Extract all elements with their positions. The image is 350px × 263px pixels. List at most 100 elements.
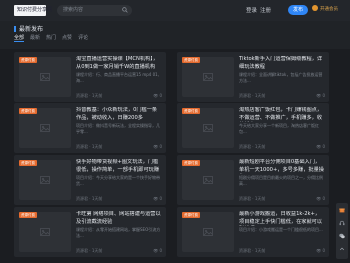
post-card[interactable]: 资源付费 淘宝直播运营实操课【MCN机构】，从0到1做一家月销千W的直播机构 课… xyxy=(14,52,166,102)
post-thumbnail[interactable]: 资源付费 xyxy=(19,57,71,97)
post-title[interactable]: 最新短剧平台分佣项目0基础入门，单机一天1000+，多号多赚，批量操作 xyxy=(239,159,325,174)
post-views-count: 0 xyxy=(159,93,162,98)
post-views: 👁 0 xyxy=(316,93,325,98)
post-title[interactable]: 淘热店客广饭红包，卡门赚钱图点，不做运营、不做推广，手机赚多，收益越高 xyxy=(239,107,325,122)
active-filter-indicator xyxy=(14,41,24,42)
image-placeholder-icon xyxy=(40,73,50,81)
post-tag: 资源付费 xyxy=(19,212,37,218)
post-meta: 资源君 · 1天前 👁 0 xyxy=(76,248,162,253)
post-author[interactable]: 资源君 xyxy=(239,144,251,149)
post-author[interactable]: 资源君 xyxy=(76,93,88,98)
floating-toolbar xyxy=(336,203,348,259)
post-thumbnail[interactable]: 资源付费 xyxy=(19,160,71,200)
image-placeholder-icon xyxy=(203,73,213,81)
wechat-icon[interactable] xyxy=(339,233,345,239)
search-icon[interactable] xyxy=(122,7,128,13)
back-to-top-icon[interactable] xyxy=(339,246,345,252)
post-views: 👁 0 xyxy=(316,248,325,253)
post-title[interactable]: 快手好物带货视频+图文玩法，门槛很低，操作简单，一部手机即可玩赚 xyxy=(76,159,162,174)
post-card[interactable]: 资源付费 抖音教基：小众新玩法，0门槛一条作品，被动收入，日赚200多 项目介绍… xyxy=(14,103,166,153)
post-views-count: 0 xyxy=(159,196,162,201)
image-placeholder-icon xyxy=(203,176,213,184)
site-logo-text: 知识付费分享网 xyxy=(17,7,53,13)
post-meta: 资源君 · 1天前 👁 0 xyxy=(76,144,162,149)
top-navbar: 知识付费分享网 搜索内容 登录 注册 发布 开通会员 xyxy=(0,0,350,21)
post-title[interactable]: 最新小游戏搬运，日收益1k-2k+，项目稳定上手快门槛低，在家就可以赚钱项目 xyxy=(239,211,325,226)
image-placeholder-icon xyxy=(203,228,213,236)
post-author[interactable]: 资源君 xyxy=(76,248,88,253)
post-time: 1天前 xyxy=(254,93,266,98)
post-views-count: 0 xyxy=(322,144,325,149)
post-card[interactable]: 资源付费 淘热店客广饭红包，卡门赚钱图点，不做运营、不做推广，手机赚多，收益越高… xyxy=(177,103,329,153)
post-time: 1天前 xyxy=(91,196,103,201)
post-description: 项目介绍：今天分享给大家的是一个快手好物带货... xyxy=(76,175,160,186)
post-card[interactable]: 资源付费 Tiktok新手入门运营保姆级教程，详细玩法教程 课程介绍：全面讲解t… xyxy=(177,52,329,102)
filter-tab-hot[interactable]: 热门 xyxy=(46,35,56,41)
post-tag: 资源付费 xyxy=(182,108,200,114)
service-icon[interactable] xyxy=(339,220,345,226)
image-placeholder-icon xyxy=(40,176,50,184)
post-author[interactable]: 资源君 xyxy=(76,196,88,201)
post-card[interactable]: 资源付费 最新短剧平台分佣项目0基础入门，单机一天1000+，多号多赚，批量操作… xyxy=(177,155,329,205)
post-description: 课程介绍：从零开始搭建网站，掌握SEO引流方法... xyxy=(76,227,161,238)
post-thumbnail[interactable]: 资源付费 xyxy=(19,212,71,252)
register-link[interactable]: 注册 xyxy=(260,8,271,14)
gift-icon[interactable] xyxy=(339,207,345,213)
filter-tab-comments[interactable]: 评论 xyxy=(78,35,88,41)
post-time: 1天前 xyxy=(91,248,103,253)
post-card[interactable]: 资源付费 卡旺第 网络项目、网站搭建与运营以及引流截流经验 课程介绍：从零开始搭… xyxy=(14,207,166,257)
post-card[interactable]: 资源付费 最新小游戏搬运，日收益1k-2k+，项目稳定上手快门槛低，在家就可以赚… xyxy=(177,207,329,257)
post-author[interactable]: 资源君 xyxy=(239,248,251,253)
post-views: 👁 0 xyxy=(153,248,162,253)
post-meta: 资源君 · 1天前 👁 0 xyxy=(76,93,162,98)
post-time: 1天前 xyxy=(254,196,266,201)
image-placeholder-icon xyxy=(203,124,213,132)
post-author[interactable]: 资源君 xyxy=(76,144,88,149)
post-thumbnail[interactable]: 资源付费 xyxy=(182,108,234,148)
post-author[interactable]: 资源君 xyxy=(239,196,251,201)
publish-button[interactable]: 发布 xyxy=(288,5,308,15)
section-title: 最新发布 xyxy=(14,24,43,33)
post-title[interactable]: Tiktok新手入门运营保姆级教程，详细玩法教程 xyxy=(239,56,325,71)
post-thumbnail[interactable]: 资源付费 xyxy=(182,57,234,97)
post-views-count: 0 xyxy=(159,144,162,149)
post-description: 项目介绍：做抖音号新玩法，全程实操指导，几乎零... xyxy=(76,123,160,134)
post-tag: 资源付费 xyxy=(19,57,37,63)
search-input[interactable]: 搜索内容 xyxy=(57,5,132,16)
post-views: 👁 0 xyxy=(153,144,162,149)
post-views-count: 0 xyxy=(322,248,325,253)
login-link[interactable]: 登录 xyxy=(246,8,257,14)
post-description: 项目介绍：小游戏搬运是一个门槛很低的项目... xyxy=(239,227,323,232)
post-views-count: 0 xyxy=(159,248,162,253)
auth-links: 登录 注册 xyxy=(246,6,274,14)
vip-label: 开通会员 xyxy=(320,7,338,12)
filter-tab-likes[interactable]: 点赞 xyxy=(62,35,72,41)
post-thumbnail[interactable]: 资源付费 xyxy=(182,160,234,200)
post-description: 课程介绍：行、商品直播平台运营15 mp4 01、海... xyxy=(76,72,162,83)
post-views: 👁 0 xyxy=(153,93,162,98)
post-meta: 资源君 · 1天前 👁 0 xyxy=(239,93,325,98)
post-views: 👁 0 xyxy=(316,196,325,201)
post-author[interactable]: 资源君 xyxy=(239,93,251,98)
post-description: 短剧分佣项目是目前最火的项目之一，分佣比例高... xyxy=(239,175,323,186)
site-logo[interactable]: 知识付费分享网 xyxy=(14,5,52,16)
post-time: 1天前 xyxy=(254,144,266,149)
post-views-count: 0 xyxy=(322,93,325,98)
post-title[interactable]: 卡旺第 网络项目、网站搭建与运营以及引流截流经验 xyxy=(76,211,162,226)
post-description: 课程介绍：全面讲解tiktok，包括广告投放运营方法... xyxy=(239,72,323,83)
section-title-text: 最新发布 xyxy=(19,26,44,33)
filter-tabs: 全部 最新 热门 点赞 评论 xyxy=(14,34,94,41)
post-meta: 资源君 · 1天前 👁 0 xyxy=(239,196,325,201)
post-thumbnail[interactable]: 资源付费 xyxy=(182,212,234,252)
post-tag: 资源付费 xyxy=(182,212,200,218)
post-title[interactable]: 抖音教基：小众新玩法，0门槛一条作品，被动收入，日赚200多 xyxy=(76,107,162,122)
post-tag: 资源付费 xyxy=(182,57,200,63)
filter-tab-latest[interactable]: 最新 xyxy=(30,35,40,41)
title-accent-bar xyxy=(14,26,16,32)
vip-button[interactable]: 开通会员 xyxy=(312,5,342,15)
post-views-count: 0 xyxy=(322,196,325,201)
post-card[interactable]: 资源付费 快手好物带货视频+图文玩法，门槛很低，操作简单，一部手机即可玩赚 项目… xyxy=(14,155,166,205)
post-thumbnail[interactable]: 资源付费 xyxy=(19,108,71,148)
post-tag: 资源付费 xyxy=(182,160,200,166)
post-title[interactable]: 淘宝直播运营实操课【MCN机构】，从0到1做一家月销千W的直播机构 xyxy=(76,56,162,71)
